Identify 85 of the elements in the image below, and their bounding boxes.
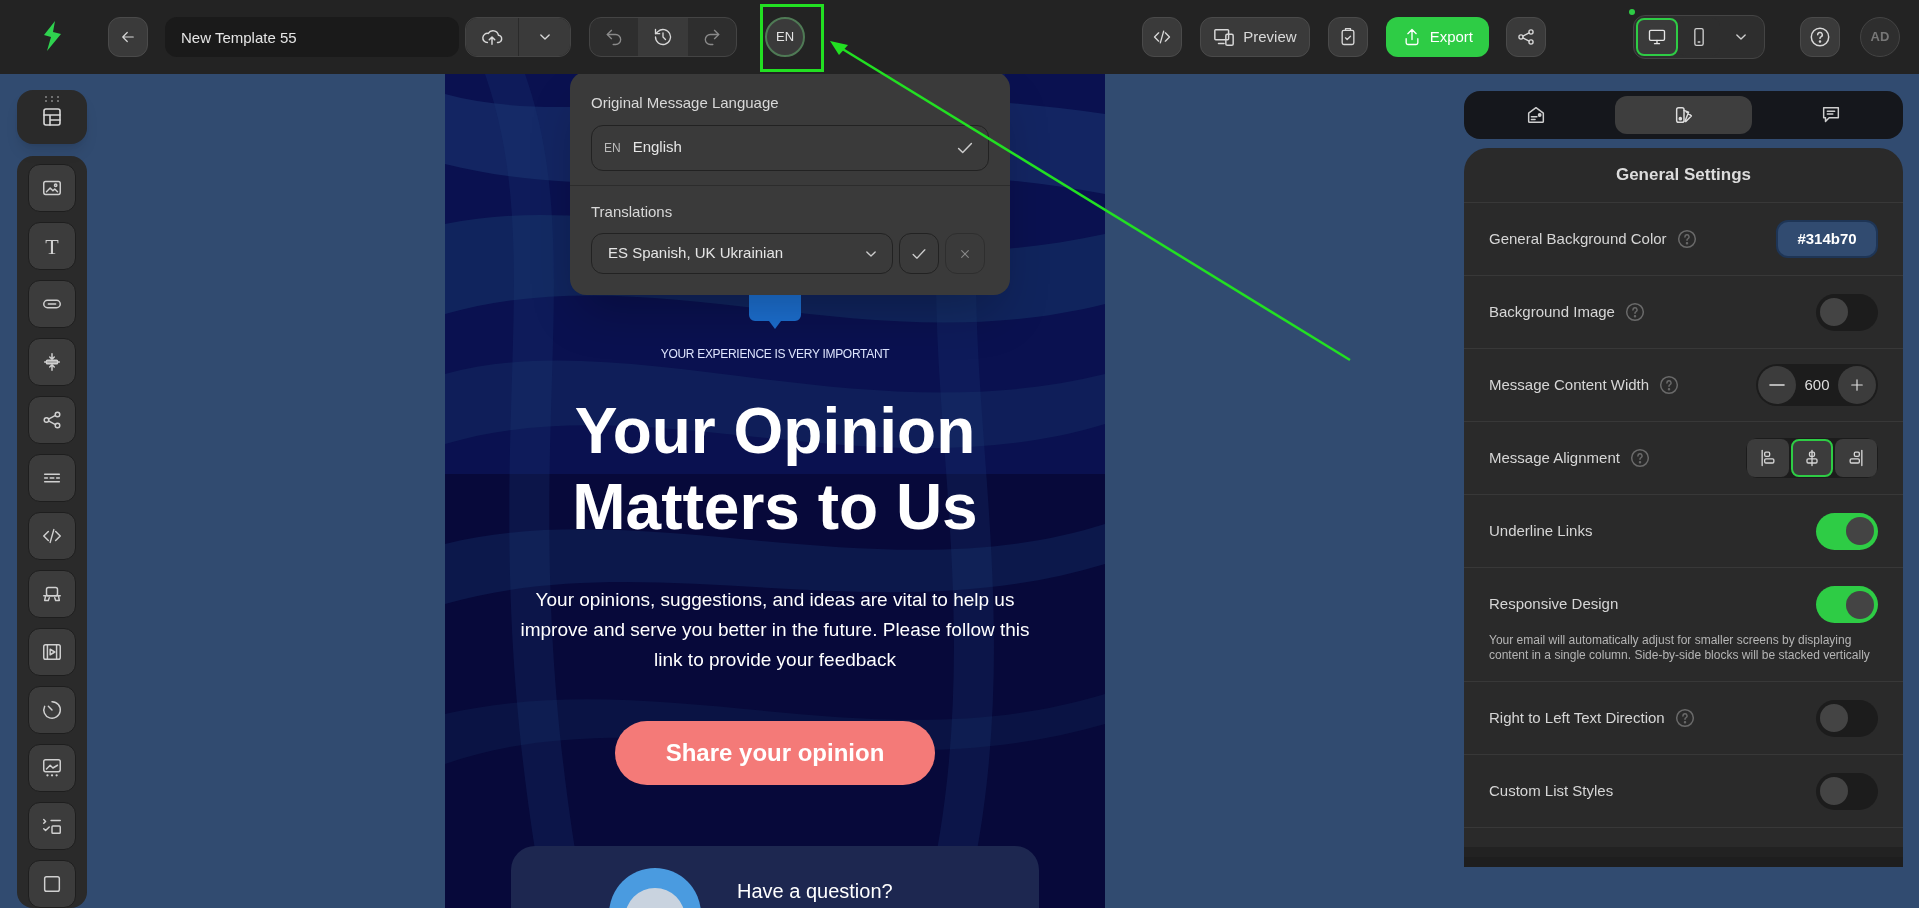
share-icon	[41, 409, 63, 431]
redo-icon	[702, 27, 722, 47]
increment-button[interactable]	[1838, 366, 1876, 404]
toggle-switch[interactable]	[1816, 699, 1878, 737]
caret-icon	[1736, 34, 1746, 40]
code-button[interactable]	[1142, 17, 1183, 57]
desktop-icon	[1647, 27, 1667, 47]
layout-panel-button[interactable]	[17, 90, 87, 144]
alignment-button[interactable]	[1747, 439, 1789, 477]
help-icon[interactable]	[1629, 448, 1650, 468]
block-tool-button[interactable]	[28, 628, 76, 676]
help-icon[interactable]	[1624, 302, 1645, 322]
block-tool-button[interactable]	[28, 280, 76, 328]
setting-label: General Background Color	[1489, 228, 1667, 249]
block-tool-button[interactable]	[28, 512, 76, 560]
alignment-button[interactable]	[1835, 439, 1877, 477]
setting-label: Responsive Design	[1489, 594, 1619, 615]
block-tool-button[interactable]	[28, 570, 76, 618]
block-tool-button[interactable]	[28, 164, 76, 212]
card-title: Have a question?	[737, 880, 893, 902]
original-language-field[interactable]: EN English	[591, 124, 989, 171]
preview-button[interactable]: Preview	[1200, 17, 1310, 57]
setting-label: Background Image	[1489, 301, 1615, 322]
block-tool-button[interactable]	[28, 860, 76, 908]
help-icon[interactable]	[1659, 375, 1680, 395]
help-icon	[1809, 26, 1831, 48]
help-button[interactable]	[1800, 17, 1840, 57]
toggle-switch[interactable]	[1816, 512, 1878, 550]
share-icon	[1516, 27, 1536, 47]
width-value: 600	[1803, 374, 1831, 395]
panel-tab[interactable]	[1614, 96, 1753, 134]
language-code: EN	[604, 139, 621, 157]
video-icon	[41, 641, 63, 663]
language-button[interactable]: EN	[765, 17, 805, 57]
plus-icon	[1848, 376, 1866, 394]
setting-label: Message Content Width	[1489, 374, 1650, 395]
minus-icon	[1770, 384, 1784, 386]
setting-label: Message Alignment	[1489, 447, 1620, 468]
decrement-button[interactable]	[1758, 366, 1796, 404]
help-icon[interactable]	[1674, 708, 1695, 728]
email-body-text: Your opinions, suggestions, and ideas are vital to help us improve and serve you better in the future. Please follow this link to provide your feedback	[519, 588, 1031, 672]
device-button[interactable]	[1636, 18, 1678, 56]
caret-icon	[866, 250, 876, 257]
section-label: Translations	[591, 201, 674, 222]
email-heading: Your Opinion Matters to Us	[571, 394, 979, 545]
devices-icon	[1213, 26, 1236, 48]
translations-value: ES Spanish, UK Ukrainian	[608, 243, 785, 264]
highlight-frame	[760, 4, 824, 72]
eyebrow-text: YOUR EXPERIENCE IS VERY IMPORTANT	[660, 346, 890, 363]
block-tool-button[interactable]	[28, 744, 76, 792]
block-tool-button[interactable]: T	[28, 222, 76, 270]
drag-handle-icon	[44, 95, 60, 103]
block-tool-button[interactable]	[28, 802, 76, 850]
block-tool-button[interactable]	[28, 686, 76, 734]
timer-icon	[41, 699, 63, 721]
alignment-button[interactable]	[1791, 439, 1833, 477]
block-tool-button[interactable]	[28, 338, 76, 386]
save-button[interactable]	[466, 18, 518, 56]
caret-icon	[539, 34, 550, 40]
translations-dropdown[interactable]: ES Spanish, UK Ukrainian	[591, 233, 893, 274]
chat-bubble-icon	[749, 295, 801, 329]
section-label: Original Message Language	[591, 93, 780, 113]
setting-label: Underline Links	[1489, 520, 1593, 541]
panel-title: General Settings	[1614, 164, 1753, 187]
setting-description: Your email will automatically adjust for smaller screens by displaying content in a single column. Side-by-side blocks will be stacked vertically	[1489, 633, 1871, 663]
history-icon	[653, 27, 673, 47]
back-button[interactable]	[108, 17, 148, 57]
language-name: English	[632, 137, 683, 158]
undo-icon	[604, 27, 624, 47]
toggle-switch[interactable]	[1816, 772, 1878, 810]
toggle-switch[interactable]	[1816, 586, 1878, 623]
banner-icon	[41, 757, 63, 779]
setting-label: Right to Left Text Direction	[1489, 707, 1665, 728]
block-tool-button[interactable]	[28, 396, 76, 444]
color-swatch-button[interactable]: #314b70	[1776, 220, 1878, 258]
toggle-switch[interactable]	[1816, 293, 1878, 331]
setting-label: Custom List Styles	[1489, 780, 1614, 801]
template-name-field[interactable]: New Template 55	[165, 17, 459, 57]
checklist-button[interactable]	[1327, 17, 1368, 57]
history-button[interactable]	[638, 18, 688, 56]
spacer-icon	[41, 351, 63, 373]
block-tool-button[interactable]	[28, 454, 76, 502]
help-icon[interactable]	[1676, 229, 1697, 249]
layout-grid-icon	[40, 105, 64, 129]
share-button[interactable]	[1506, 17, 1546, 57]
